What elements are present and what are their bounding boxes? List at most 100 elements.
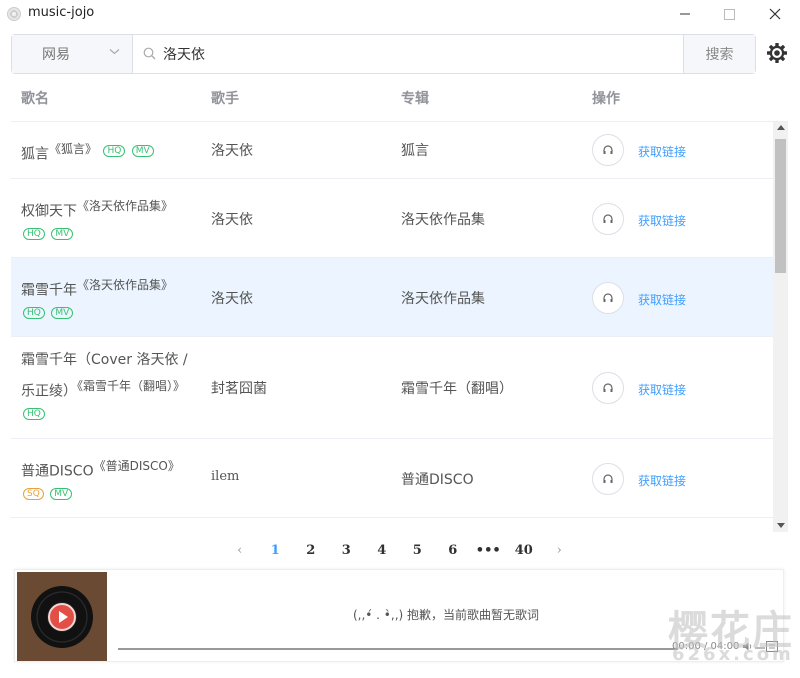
song-name-cell: 权御天下《洛天依作品集》 HQ MV — [21, 193, 196, 251]
get-link-button[interactable]: 获取链接 — [638, 381, 686, 398]
close-icon — [769, 8, 781, 20]
hq-badge: HQ — [23, 408, 45, 420]
playlist-icon[interactable] — [766, 641, 778, 652]
headphones-icon — [603, 145, 613, 154]
source-select-value: 网易 — [42, 47, 70, 63]
search-input-wrapper — [133, 35, 683, 73]
hq-badge: HQ — [103, 145, 126, 157]
song-album-inline: 《洛天依作品集》 — [77, 199, 174, 213]
volume-slider[interactable] — [755, 647, 765, 649]
song-title: 霜雪千年 — [21, 282, 77, 299]
song-title: 狐言 — [21, 146, 49, 163]
window-title: music-jojo — [28, 5, 95, 20]
get-link-button[interactable]: 获取链接 — [638, 291, 686, 308]
get-link-button[interactable]: 获取链接 — [638, 212, 686, 229]
listen-button[interactable] — [592, 372, 624, 404]
song-name-cell: 霜雪千年（Cover 洛天依 / 乐正绫）《霜雪千年（翻唱）》 HQ — [21, 347, 196, 431]
hq-badge: HQ — [23, 228, 45, 240]
lyric-display: (,,•́ . •̀,,) 抱歉，当前歌曲暂无歌词 — [352, 608, 540, 622]
page-2[interactable]: 2 — [293, 543, 329, 558]
headphones-icon — [603, 383, 613, 392]
album-cover — [17, 572, 107, 661]
table-header: 歌名 歌手 专辑 操作 — [11, 74, 788, 122]
listen-button[interactable] — [592, 463, 624, 495]
page-5[interactable]: 5 — [400, 543, 436, 558]
headphones-icon — [603, 214, 613, 223]
maximize-icon — [723, 8, 735, 20]
headphones-icon — [603, 474, 613, 483]
table-row[interactable]: 权御天下《洛天依作品集》 HQ MV 洛天依 洛天依作品集 获取链接 — [11, 179, 773, 258]
gear-icon[interactable] — [766, 42, 788, 64]
get-link-button[interactable]: 获取链接 — [638, 143, 686, 160]
album-cell: 普通DISCO — [401, 472, 474, 488]
headphones-icon — [603, 293, 613, 302]
minimize-button[interactable] — [662, 0, 708, 28]
listen-button[interactable] — [592, 134, 624, 166]
scroll-up-arrow-icon[interactable] — [777, 125, 785, 130]
listen-button[interactable] — [592, 203, 624, 235]
search-button[interactable]: 搜索 — [683, 35, 755, 73]
singer-cell: 封茗囧菌 — [211, 381, 267, 397]
song-album-inline: 《霜雪千年（翻唱）》 — [77, 379, 186, 393]
table-row[interactable]: 霜雪千年《洛天依作品集》 HQ MV 洛天依 洛天依作品集 获取链接 — [11, 258, 773, 337]
table-row-partial — [11, 518, 773, 532]
page-4[interactable]: 4 — [364, 543, 400, 558]
vinyl-disc-icon — [31, 585, 93, 648]
album-cell: 洛天依作品集 — [401, 212, 485, 228]
next-page-button[interactable]: › — [542, 543, 578, 558]
song-album-inline: 《洛天依作品集》 — [77, 278, 174, 292]
maximize-button[interactable] — [706, 0, 752, 28]
search-input[interactable] — [133, 36, 683, 72]
scroll-thumb[interactable] — [775, 139, 786, 273]
chevron-down-icon — [109, 46, 120, 60]
header-action: 操作 — [592, 91, 620, 107]
song-title: 权御天下 — [21, 203, 77, 220]
get-link-button[interactable]: 获取链接 — [638, 472, 686, 489]
song-table-body: 狐言《狐言》 HQ MV 洛天依 狐言 获取链接 权御天下《洛天依作品集》 HQ… — [11, 122, 773, 532]
song-name-cell: 普通DISCO《普通DISCO》 SQ MV — [21, 453, 196, 511]
title-bar: music-jojo — [0, 0, 800, 28]
song-title: 普通DISCO — [21, 463, 94, 480]
play-icon — [59, 610, 68, 623]
scroll-down-arrow-icon[interactable] — [777, 523, 785, 528]
prev-page-button[interactable]: ‹ — [222, 543, 258, 558]
source-select[interactable]: 网易 — [12, 35, 133, 73]
page-1[interactable]: 1 — [258, 543, 294, 558]
song-name-cell: 狐言《狐言》 HQ MV — [21, 136, 196, 168]
singer-cell: 洛天依 — [211, 143, 253, 159]
album-cell: 狐言 — [401, 143, 429, 159]
song-name-cell: 霜雪千年《洛天依作品集》 HQ MV — [21, 272, 196, 330]
search-icon — [143, 47, 156, 60]
hq-badge: HQ — [23, 307, 45, 319]
music-player: (,,•́ . •̀,,) 抱歉，当前歌曲暂无歌词 00:00 / 04:00 — [14, 569, 784, 662]
singer-cell: 洛天依 — [211, 212, 253, 228]
more-pages-ellipsis[interactable]: ••• — [471, 543, 507, 558]
app-icon — [7, 7, 21, 21]
header-album: 专辑 — [401, 91, 429, 107]
search-bar: 网易 搜索 — [11, 34, 756, 74]
playback-time: 00:00 / 04:00 — [672, 641, 740, 652]
mv-badge[interactable]: MV — [51, 228, 74, 240]
mv-badge[interactable]: MV — [50, 488, 73, 500]
page-40[interactable]: 40 — [506, 543, 542, 558]
header-name: 歌名 — [21, 91, 49, 107]
progress-bar[interactable] — [118, 648, 678, 650]
table-scrollbar[interactable] — [773, 122, 788, 532]
header-singer: 歌手 — [211, 91, 239, 107]
mv-badge[interactable]: MV — [51, 307, 74, 319]
singer-cell: ilem — [211, 469, 240, 484]
song-album-inline: 《普通DISCO》 — [93, 459, 180, 473]
album-cell: 霜雪千年（翻唱） — [401, 381, 513, 397]
volume-icon[interactable] — [743, 642, 753, 651]
table-row[interactable]: 霜雪千年（Cover 洛天依 / 乐正绫）《霜雪千年（翻唱）》 HQ 封茗囧菌 … — [11, 337, 773, 439]
close-button[interactable] — [752, 0, 798, 28]
table-row[interactable]: 普通DISCO《普通DISCO》 SQ MV ilem 普通DISCO 获取链接 — [11, 439, 773, 518]
page-3[interactable]: 3 — [329, 543, 365, 558]
table-row[interactable]: 狐言《狐言》 HQ MV 洛天依 狐言 获取链接 — [11, 122, 773, 179]
minimize-icon — [680, 13, 690, 15]
mv-badge[interactable]: MV — [131, 145, 154, 157]
page-6[interactable]: 6 — [435, 543, 471, 558]
play-button[interactable] — [48, 602, 76, 631]
sq-badge: SQ — [23, 488, 44, 500]
listen-button[interactable] — [592, 282, 624, 314]
